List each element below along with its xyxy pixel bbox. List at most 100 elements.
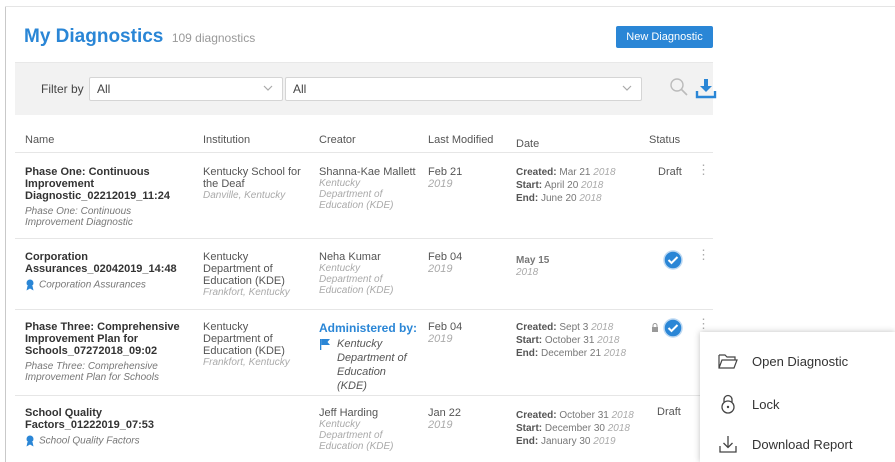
row-name[interactable]: School Quality Factors_01222019_07:53 [25, 407, 195, 431]
row-subtitle: School Quality Factors [39, 435, 140, 447]
divider [5, 6, 6, 462]
start-label: Start: [516, 180, 543, 191]
start-date: December 30 [544, 423, 605, 434]
end-year: 2018 [603, 348, 627, 359]
row-dates: Created: October 31 2018 Start: December… [516, 409, 644, 448]
start-year: 2018 [581, 180, 604, 191]
row-creator-org: Kentucky Department of Education (KDE) [319, 178, 394, 211]
menu-item-download-report[interactable]: Download Report [718, 434, 852, 454]
row-dates: Created: Mar 21 2018 Start: April 20 201… [516, 166, 644, 205]
download-icon [719, 436, 737, 453]
row-subtitle: Phase One: Continuous Improvement Diagno… [25, 206, 133, 228]
filter-select-1-value: All [97, 82, 111, 96]
row-creator: Shanna-Kae Mallett [319, 166, 416, 178]
more-options-icon[interactable]: ⋮ [697, 317, 710, 330]
created-year: 2018 [611, 410, 634, 421]
row-modified-year: 2019 [428, 419, 453, 431]
row-institution-location: Frankfort, Kentucky [203, 287, 290, 298]
end-label: End: [516, 436, 539, 447]
row-creator: Neha Kumar [319, 251, 381, 263]
download-icon[interactable] [695, 77, 717, 99]
row-date: May 15 [516, 255, 550, 266]
context-menu: Open Diagnostic Lock Download Report [700, 332, 895, 462]
end-year: 2018 [579, 193, 602, 204]
filter-select-2-value: All [293, 82, 307, 96]
divider [5, 6, 895, 7]
divider [15, 238, 713, 239]
administered-by-org: Kentucky Department of Education (KDE) [337, 338, 407, 392]
divider [15, 395, 713, 396]
folder-open-icon [718, 354, 738, 369]
column-header-creator[interactable]: Creator [319, 134, 356, 146]
menu-item-label: Open Diagnostic [752, 353, 849, 369]
row-modified-year: 2019 [428, 333, 453, 345]
page-title-text: My Diagnostics [24, 26, 164, 47]
row-creator-org: Kentucky Department of Education (KDE) [319, 263, 394, 296]
row-modified: Feb 21 [428, 166, 463, 178]
column-header-last-modified[interactable]: Last Modified [428, 134, 493, 146]
menu-item-label: Download Report [752, 436, 853, 452]
row-name[interactable]: Phase Three: Comprehensive Improvement P… [25, 321, 195, 357]
end-label: End: [516, 348, 539, 359]
start-label: Start: [516, 423, 543, 434]
start-date: April 20 [544, 180, 579, 191]
created-date: Mar 21 [559, 167, 591, 178]
created-date: Sept 3 [559, 322, 589, 333]
new-diagnostic-button[interactable]: New Diagnostic [616, 26, 713, 48]
more-options-icon[interactable]: ⋮ [697, 248, 710, 261]
flag-icon [320, 339, 330, 350]
menu-item-open-diagnostic[interactable]: Open Diagnostic [718, 352, 848, 370]
end-date: June 20 [541, 193, 577, 204]
row-dates: Created: Sept 3 2018 Start: October 31 2… [516, 321, 644, 360]
page-title: My Diagnostics 109 diagnostics [24, 26, 255, 48]
search-icon[interactable] [669, 77, 689, 97]
column-header-name[interactable]: Name [25, 134, 54, 146]
divider [15, 309, 713, 310]
end-date: December 21 [541, 348, 602, 359]
created-label: Created: [516, 322, 557, 333]
chevron-down-icon [263, 85, 273, 91]
row-creator: Jeff Harding [319, 407, 379, 419]
column-header-status[interactable]: Status [649, 134, 680, 146]
row-modified-year: 2019 [428, 263, 453, 275]
row-modified: Feb 04 [428, 251, 463, 263]
row-creator-org: Kentucky Department of Education (KDE) [319, 419, 394, 452]
row-institution-location: Frankfort, Kentucky [203, 357, 290, 368]
lock-icon [721, 394, 735, 414]
row-name[interactable]: Corporation Assurances_02042019_14:48 [25, 251, 195, 275]
divider [15, 152, 713, 153]
row-modified-year: 2019 [428, 178, 453, 190]
created-label: Created: [516, 167, 557, 178]
start-year: 2018 [597, 335, 620, 346]
column-header-date[interactable]: Date [516, 138, 539, 150]
status-badge: Draft [658, 166, 682, 178]
filter-bar: Filter by All All [15, 62, 717, 115]
end-year: 2019 [593, 436, 616, 447]
menu-item-label: Lock [752, 396, 780, 412]
diagnostic-count: 109 diagnostics [171, 31, 256, 45]
more-options-icon[interactable]: ⋮ [697, 163, 710, 176]
column-header-institution[interactable]: Institution [203, 134, 250, 146]
menu-item-lock[interactable]: Lock [718, 394, 779, 414]
row-institution: Kentucky Department of Education (KDE) [203, 321, 285, 357]
filter-select-2[interactable]: All [285, 77, 642, 101]
created-label: Created: [516, 410, 557, 421]
row-subtitle: Corporation Assurances [39, 279, 146, 291]
administered-by-label: Administered by: [319, 321, 418, 335]
row-name[interactable]: Phase One: Continuous Improvement Diagno… [25, 166, 195, 202]
end-label: End: [516, 193, 539, 204]
row-date-year: 2018 [516, 267, 539, 278]
filter-label: Filter by [41, 82, 84, 96]
start-date: October 31 [544, 335, 595, 346]
row-modified: Feb 04 [428, 321, 463, 333]
row-modified: Jan 22 [428, 407, 462, 419]
filter-select-1[interactable]: All [89, 77, 283, 101]
row-subtitle: Phase Three: Comprehensive Improvement P… [25, 361, 159, 383]
created-year: 2018 [591, 322, 614, 333]
row-institution: Kentucky Department of Education (KDE) [203, 251, 285, 287]
created-date: October 31 [559, 410, 609, 421]
row-institution-location: Danville, Kentucky [203, 190, 286, 201]
status-badge: Draft [657, 406, 681, 418]
completed-check-icon [663, 318, 683, 338]
lock-icon [652, 323, 658, 332]
